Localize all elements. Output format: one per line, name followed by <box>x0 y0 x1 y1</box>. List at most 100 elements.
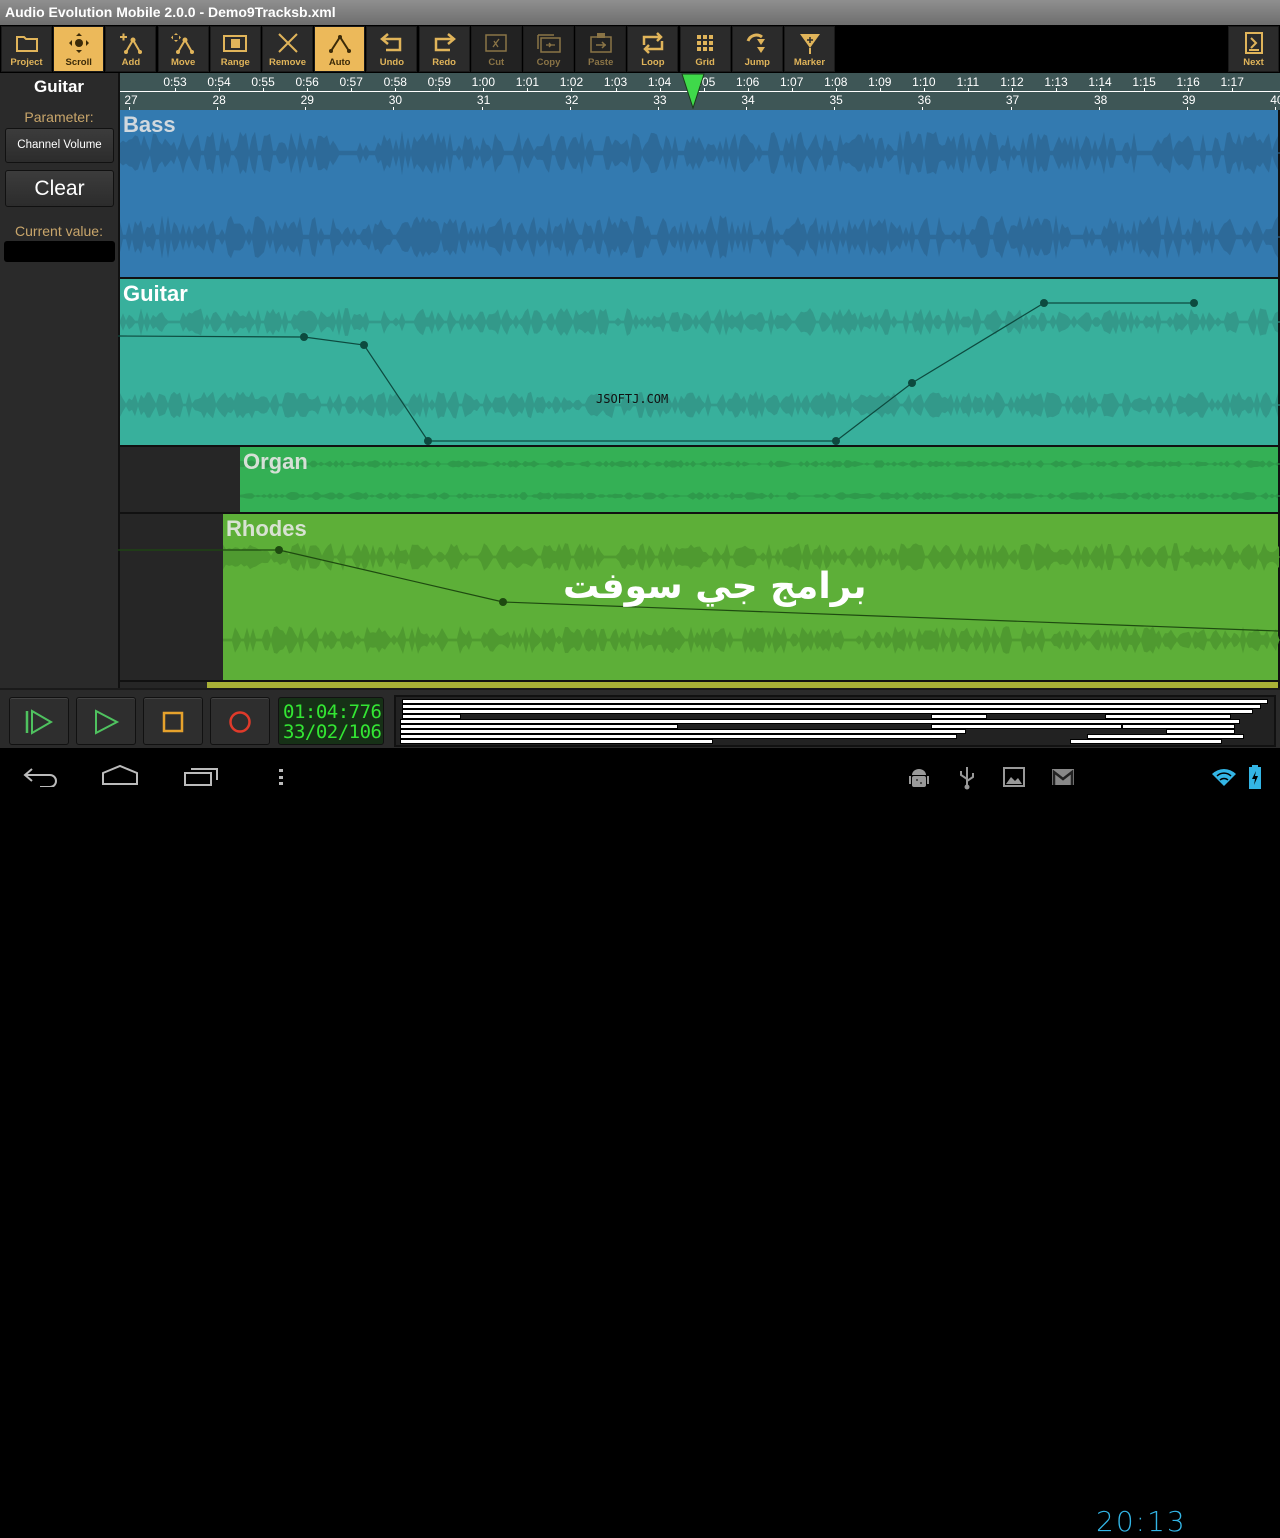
ruler-bar-label: 32 <box>565 93 579 107</box>
toolbar-next-button[interactable]: Next <box>1228 26 1279 72</box>
scissors-icon <box>485 34 508 52</box>
window-title: Audio Evolution Mobile 2.0.0 - Demo9Trac… <box>0 0 1280 25</box>
ruler-time-tick <box>307 88 309 91</box>
toolbar-copy-button[interactable]: Copy <box>523 26 574 72</box>
recent-apps-icon[interactable] <box>183 766 219 786</box>
ruler-time-tick <box>791 88 793 91</box>
paste-icon <box>589 33 612 53</box>
ruler-bar-label: 28 <box>212 93 226 107</box>
toolbar-paste-button[interactable]: Paste <box>575 26 627 72</box>
toolbar: Project Scroll Add Move Range Remove Auto Undo R… <box>0 25 1280 73</box>
range-icon <box>223 35 248 52</box>
toolbar-scroll-button[interactable]: Scroll <box>53 26 105 72</box>
automation-point[interactable] <box>300 333 308 341</box>
parameter-select-button[interactable]: Channel Volume <box>5 128 114 163</box>
automation-point[interactable] <box>275 546 283 554</box>
ruler-time-tick <box>175 88 176 91</box>
time-readout: 01:04:776 <box>283 701 382 723</box>
ruler-bar-label: 40 <box>1270 93 1280 107</box>
timeline-ruler[interactable]: 0:53 0:54 0:55 0:56 0:57 0:58 0:59 1:00 1:01 1:02… <box>118 73 1280 110</box>
ruler-bar-label: 27 <box>124 93 138 107</box>
automation-point[interactable] <box>499 598 507 606</box>
ruler-bar-label: 37 <box>1005 93 1020 107</box>
jump-icon <box>746 33 766 53</box>
ruler-bar-label: 31 <box>476 93 491 107</box>
bars-beats-readout: 33/02/106 <box>283 721 382 743</box>
toolbar-project-button[interactable]: Project <box>1 26 52 72</box>
ruler-bar-label: 29 <box>300 93 314 107</box>
song-overview[interactable] <box>394 695 1276 747</box>
parameter-label: Parameter: <box>24 109 94 125</box>
ruler-time-label: 1:09 <box>868 75 892 89</box>
usb-icon <box>960 767 974 790</box>
toolbar-move-button[interactable]: Move <box>157 26 209 72</box>
ruler-time-tick <box>571 88 573 91</box>
toolbar-button-label: Grid <box>695 57 715 68</box>
play-from-start-button[interactable] <box>9 697 69 745</box>
ruler-bar-label: 30 <box>388 93 403 107</box>
wifi-icon <box>1212 769 1236 786</box>
record-icon <box>229 711 251 733</box>
ruler-time-label: 0:58 <box>383 75 407 89</box>
menu-icon[interactable] <box>278 768 284 786</box>
ruler-time-label: 1:13 <box>1044 75 1068 89</box>
toolbar-range-button[interactable]: Range <box>209 26 261 72</box>
ruler-bar-label: 34 <box>741 93 755 107</box>
toolbar-add-button[interactable]: Add <box>105 26 157 72</box>
ruler-time-tick <box>395 88 397 91</box>
stop-button[interactable] <box>143 697 203 745</box>
record-button[interactable] <box>210 697 270 745</box>
current-value-label: Current value: <box>15 223 103 239</box>
ruler-time-label: 0:56 <box>295 75 319 89</box>
ruler-time-tick <box>263 88 265 91</box>
toolbar-button-label: Add <box>121 57 141 68</box>
current-value-field <box>4 241 115 262</box>
toolbar-button-label: Move <box>170 57 196 68</box>
ruler-time-label: 1:11 <box>956 75 980 89</box>
toolbar-marker-button[interactable]: Marker <box>784 26 835 72</box>
playhead-marker[interactable] <box>680 73 706 109</box>
automation-point[interactable] <box>832 437 840 445</box>
toolbar-jump-button[interactable]: Jump <box>731 26 783 72</box>
ruler-time-tick <box>747 88 749 91</box>
back-icon[interactable] <box>22 767 58 787</box>
ruler-time-label: 1:16 <box>1176 75 1200 89</box>
toolbar-redo-button[interactable]: Redo <box>418 26 470 72</box>
ruler-time-label: 0:53 <box>163 75 187 89</box>
ruler-time-label: 1:14 <box>1088 75 1112 89</box>
undo-icon <box>379 33 402 52</box>
automation-point[interactable] <box>424 437 432 445</box>
stop-icon <box>162 711 184 733</box>
toolbar-button-label: Next <box>1243 57 1264 68</box>
folder-icon <box>15 36 38 52</box>
clear-button[interactable]: Clear <box>5 170 114 207</box>
ruler-time-tick <box>1232 88 1234 91</box>
home-icon[interactable] <box>100 764 140 786</box>
ruler-time-label: 1:06 <box>735 75 760 89</box>
toolbar-auto-button[interactable]: Auto <box>314 26 366 72</box>
automation-point[interactable] <box>1040 299 1048 307</box>
toolbar-cut-button[interactable]: Cut <box>470 26 522 72</box>
toolbar-remove-button[interactable]: Remove <box>262 26 313 72</box>
ruler-time-tick <box>835 88 837 91</box>
ruler-bar-label: 36 <box>917 93 932 107</box>
remove-x-icon <box>277 33 298 53</box>
toolbar-undo-button[interactable]: Undo <box>366 26 418 72</box>
overview-clip-bar <box>400 739 714 744</box>
ruler-time-tick <box>1100 88 1102 91</box>
time-display: 01:04:776 33/02/106 <box>278 697 384 745</box>
automation-point[interactable] <box>908 379 916 387</box>
ruler-bar-label: 38 <box>1093 93 1108 107</box>
toolbar-grid-button[interactable]: Grid <box>679 26 731 72</box>
ruler-time-label: 1:01 <box>515 75 540 89</box>
ruler-time-label: 1:02 <box>559 75 584 89</box>
play-button[interactable] <box>76 697 136 745</box>
ruler-time-tick <box>923 88 925 91</box>
gmail-icon <box>1052 769 1074 785</box>
status-clock: 20:13 <box>1096 1505 1187 1538</box>
automation-point[interactable] <box>360 341 368 349</box>
ruler-bar-label: 39 <box>1182 93 1196 107</box>
toolbar-loop-button[interactable]: Loop <box>627 26 679 72</box>
automation-point[interactable] <box>1190 299 1198 307</box>
ruler-time-label: 1:12 <box>1000 75 1024 89</box>
